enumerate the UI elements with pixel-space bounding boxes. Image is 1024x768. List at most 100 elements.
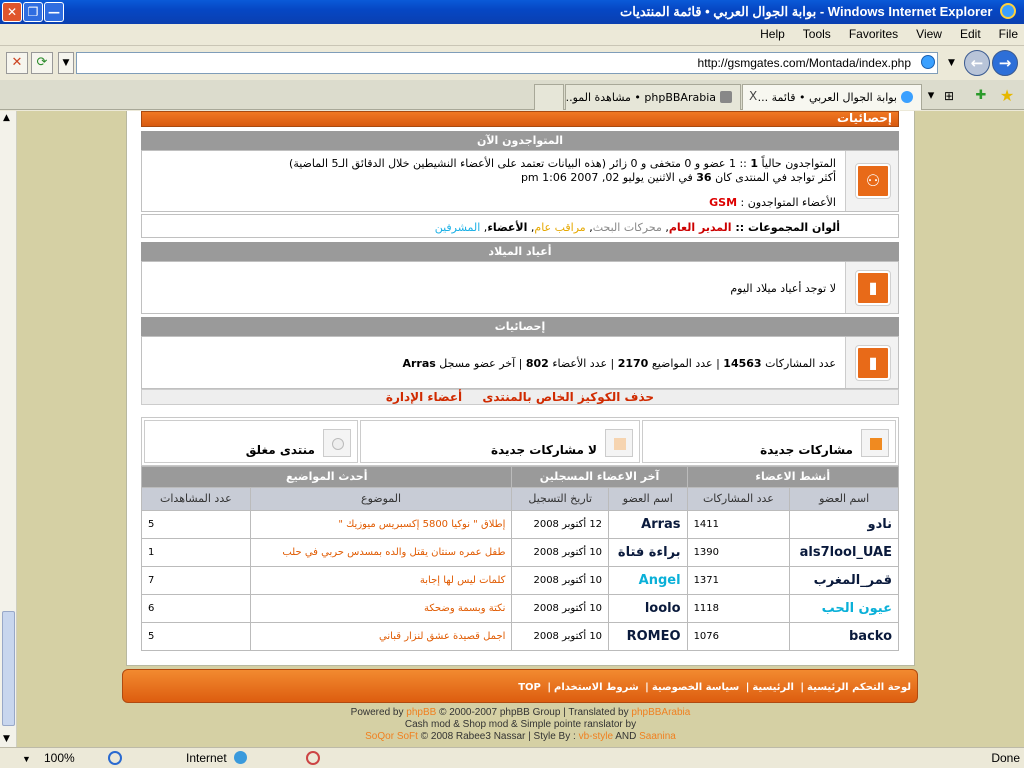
footer-top-link[interactable]: TOP bbox=[518, 682, 541, 693]
tab-list-dropdown[interactable]: ▾ bbox=[922, 87, 940, 105]
status-text: Done bbox=[991, 751, 1020, 765]
zoom-dropdown[interactable]: ▼ bbox=[22, 754, 31, 764]
online-now-header: المتواجدون الآن bbox=[141, 131, 899, 150]
menu-help[interactable]: Help bbox=[760, 27, 785, 41]
footer-terms-link[interactable]: شروط الاستخدام bbox=[554, 682, 639, 693]
menu-edit[interactable]: Edit bbox=[960, 27, 981, 41]
close-tab-icon[interactable]: X bbox=[749, 89, 757, 103]
tab-bar: بوابة الجوال العربي • قائمة ... X phpBBA… bbox=[0, 80, 1024, 110]
tab-label: phpBBArabia • مشاهدة المو... bbox=[565, 91, 716, 104]
group-supervisor[interactable]: مراقب عام bbox=[534, 221, 585, 234]
soqor-link[interactable]: SoQor SoFt bbox=[365, 731, 418, 742]
topic-link[interactable]: إطلاق " نوكيا 5800 إكسبريس ميوزيك " bbox=[249, 509, 513, 539]
admin-links: حذف الكوكيز الخاص بالمنتدى أعضاء الإدارة bbox=[141, 389, 899, 405]
ie-logo-icon bbox=[1000, 3, 1016, 19]
address-history-dropdown[interactable]: ▼ bbox=[948, 58, 955, 68]
col-new-username: اسم العضو bbox=[608, 486, 688, 511]
menu-file[interactable]: File bbox=[999, 27, 1018, 41]
ie-page-icon bbox=[901, 91, 913, 103]
favorites-star-icon[interactable]: ★ bbox=[998, 87, 1016, 105]
stop-icon[interactable]: ✕ bbox=[6, 52, 28, 74]
new-tab-button[interactable] bbox=[534, 84, 564, 110]
menu-bar: File Edit View Favorites Tools Help bbox=[0, 24, 1024, 46]
member-link[interactable]: قمر_المغرب bbox=[789, 565, 899, 595]
statistics-header: إحصائيات bbox=[141, 111, 899, 127]
newest-member-link[interactable]: Arras bbox=[402, 357, 435, 370]
page-favicon-icon bbox=[921, 55, 935, 69]
scroll-thumb[interactable] bbox=[2, 611, 15, 726]
users-icon: ⚇ bbox=[856, 164, 890, 198]
latest-topics-header: أحدث المواضيع bbox=[140, 466, 513, 488]
col-post-count: عدد المشاركات bbox=[686, 486, 791, 511]
saanina-link[interactable]: Saanina bbox=[639, 731, 676, 742]
zoom-level[interactable]: 100% bbox=[44, 751, 75, 765]
globe-icon bbox=[234, 751, 248, 764]
no-new-posts-icon bbox=[605, 429, 633, 457]
group-legend: ألوان المجموعات :: المدير العام, محركات … bbox=[434, 221, 840, 234]
group-admin[interactable]: المدير العام bbox=[669, 221, 732, 234]
table-row: 5 اجمل قصيدة عشق لنزار قباني 10 أكتوبر 2… bbox=[141, 621, 899, 652]
tab-phpbbarabia[interactable]: phpBBArabia • مشاهدة المو... bbox=[565, 84, 741, 110]
member-link[interactable]: als7lool_UAE bbox=[789, 537, 899, 567]
statistics-subheader: إحصائيات bbox=[141, 317, 899, 336]
forward-button[interactable]: → bbox=[992, 50, 1018, 76]
restore-window-button[interactable]: ❐ bbox=[23, 2, 43, 22]
topic-link[interactable]: كلمات ليس لها إجابة bbox=[249, 565, 513, 595]
phpbb-link[interactable]: phpBB bbox=[406, 707, 436, 718]
add-favorite-icon[interactable]: ✚ bbox=[972, 87, 990, 105]
group-moderators[interactable]: المشرفين bbox=[435, 221, 481, 234]
member-link[interactable]: backo bbox=[789, 621, 899, 652]
topic-link[interactable]: طفل عمره سنتان يقتل والده بمسدس حربي في … bbox=[249, 537, 513, 567]
chart-icon: ▮ bbox=[856, 345, 890, 380]
member-link[interactable]: loolo bbox=[608, 593, 688, 623]
address-input[interactable]: http://gsmgates.com/Montada/index.php bbox=[76, 52, 938, 74]
page-viewport: ▲ ▼ إحصائيات المتواجدون الآن ⚇ المتواجدو… bbox=[0, 111, 1024, 747]
minimize-window-button[interactable]: — bbox=[44, 2, 64, 22]
topic-link[interactable]: اجمل قصيدة عشق لنزار قباني bbox=[249, 621, 513, 652]
table-row: 5 إطلاق " نوكيا 5800 إكسبريس ميوزيك " 12… bbox=[141, 509, 899, 539]
address-toolbar: ✕ ⟳ ▼ http://gsmgates.com/Montada/index.… bbox=[0, 46, 1024, 80]
member-link[interactable]: Angel bbox=[608, 565, 688, 595]
back-button[interactable]: ← bbox=[964, 50, 990, 76]
table-row: 7 كلمات ليس لها إجابة 10 أكتوبر 2008 Ang… bbox=[141, 565, 899, 595]
member-link[interactable]: براءة فتاة bbox=[608, 537, 688, 567]
popup-blocker-icon[interactable] bbox=[306, 751, 320, 765]
group-members[interactable]: الأعضاء bbox=[487, 221, 527, 234]
scroll-up-icon[interactable]: ▲ bbox=[3, 113, 10, 123]
birthdays-row: ▮ لا توجد أعياد ميلاد اليوم bbox=[141, 261, 899, 314]
footer-privacy-link[interactable]: سياسة الخصوصية bbox=[652, 682, 739, 693]
member-link[interactable]: Arras bbox=[608, 509, 688, 539]
title-bar: ✕ ❐ — بوابة الجوال العربي • قائمة المنتد… bbox=[0, 0, 1024, 24]
tab-forum-index[interactable]: بوابة الجوال العربي • قائمة ... X bbox=[742, 84, 922, 110]
locked-icon bbox=[323, 429, 351, 457]
table-row: 6 نكتة وبسمة وضحكة 10 أكتوبر 2008 loolo … bbox=[141, 593, 899, 623]
protected-mode-icon[interactable] bbox=[108, 751, 122, 765]
group-search-engines[interactable]: محركات البحث bbox=[593, 221, 662, 234]
chevron-down-icon[interactable]: ▼ bbox=[58, 52, 74, 74]
security-zone: Internet bbox=[186, 751, 248, 765]
col-username: اسم العضو bbox=[789, 486, 899, 511]
team-members-link[interactable]: أعضاء الإدارة bbox=[386, 390, 462, 404]
member-link[interactable]: GSM bbox=[709, 196, 737, 209]
scroll-down-icon[interactable]: ▼ bbox=[3, 734, 10, 744]
quick-tabs-icon[interactable]: ⊞ bbox=[940, 87, 958, 105]
refresh-icon[interactable]: ⟳ bbox=[31, 52, 53, 74]
newest-members-header: آخر الاعضاء المسجلين bbox=[511, 466, 688, 488]
member-link[interactable]: عيون الحب bbox=[789, 593, 899, 623]
birthdays-header: أعياد الميلاد bbox=[141, 242, 899, 261]
menu-tools[interactable]: Tools bbox=[803, 27, 831, 41]
footer-acp-link[interactable]: لوحة التحكم الرئيسية bbox=[807, 682, 911, 693]
menu-favorites[interactable]: Favorites bbox=[849, 27, 898, 41]
footer-nav: لوحة التحكم الرئيسية| الرئيسية| سياسة ال… bbox=[122, 669, 918, 703]
menu-view[interactable]: View bbox=[916, 27, 942, 41]
vbstyle-link[interactable]: vb-style bbox=[579, 731, 613, 742]
member-link[interactable]: ROMEO bbox=[608, 621, 688, 652]
col-topic: الموضوع bbox=[249, 486, 513, 511]
phpbbarabia-link[interactable]: phpBBArabia bbox=[631, 707, 690, 718]
topic-link[interactable]: نكتة وبسمة وضحكة bbox=[249, 593, 513, 623]
vertical-scrollbar[interactable]: ▲ ▼ bbox=[0, 111, 17, 747]
footer-home-link[interactable]: الرئيسية bbox=[752, 682, 794, 693]
delete-cookies-link[interactable]: حذف الكوكيز الخاص بالمنتدى bbox=[482, 390, 654, 404]
member-link[interactable]: نادو bbox=[789, 509, 899, 539]
close-window-button[interactable]: ✕ bbox=[2, 2, 22, 22]
